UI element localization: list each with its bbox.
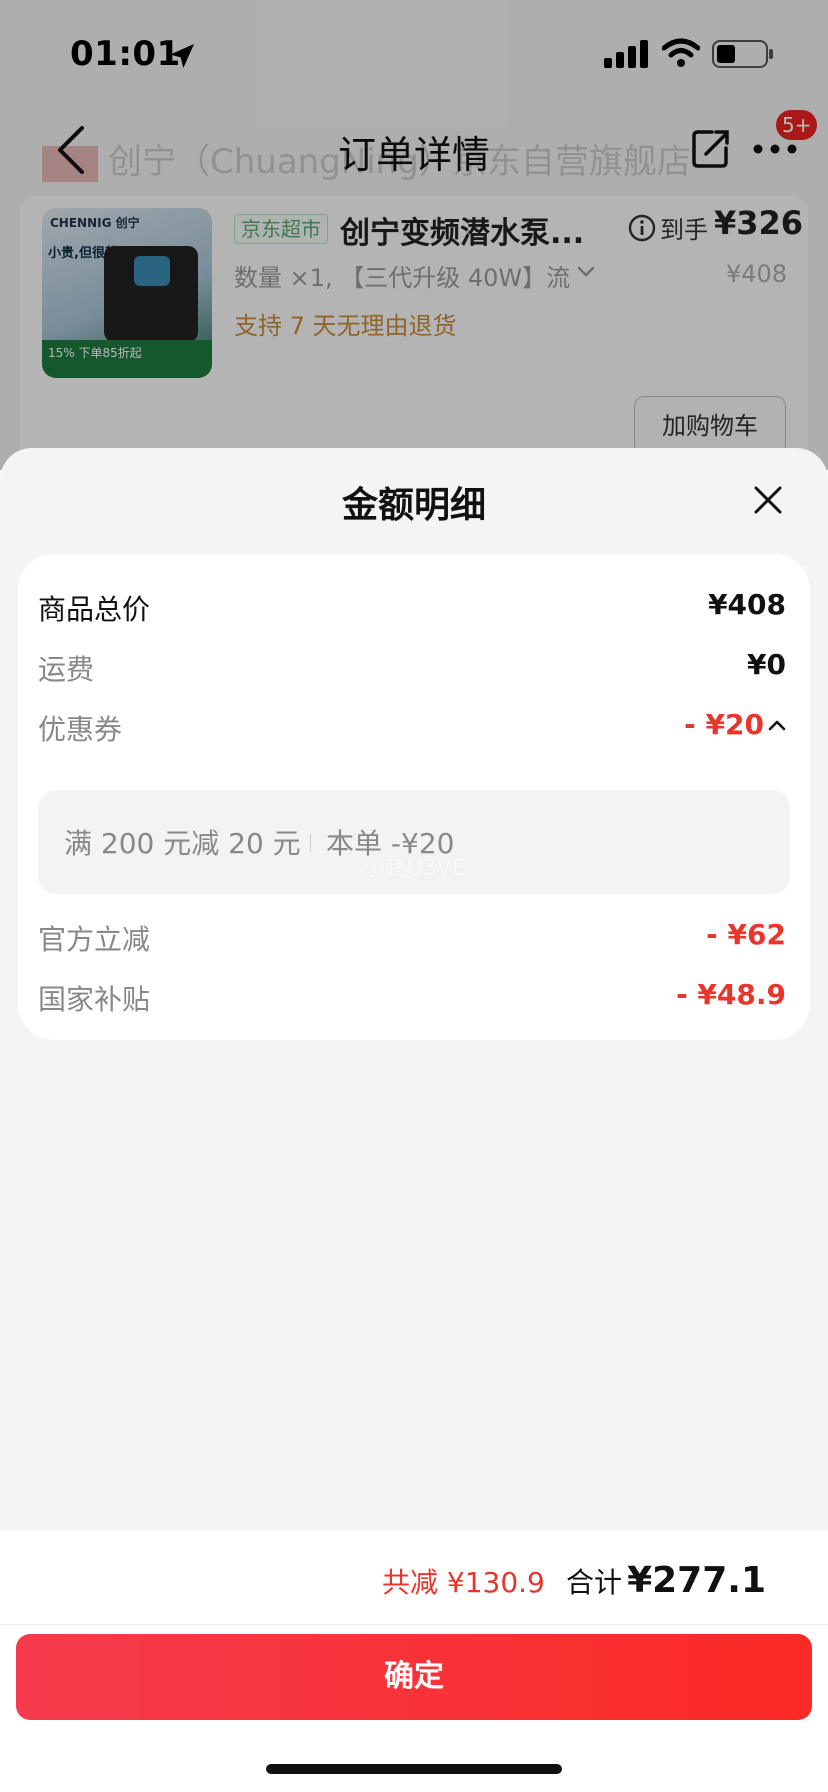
row-official-discount: 官方立减 - ¥62: [38, 912, 786, 962]
watermark: 小赵U3VE: [362, 856, 466, 881]
row-value: ¥0: [747, 648, 786, 681]
total-amount: ¥277.1: [627, 1560, 766, 1601]
total-label: 合计: [565, 1566, 622, 1599]
row-coupon[interactable]: 优惠券 - ¥20: [38, 702, 786, 752]
close-icon[interactable]: [752, 484, 784, 516]
row-label: 运费: [38, 653, 95, 686]
checkout-footer: 共减 ¥130.9 合计 ¥277.1 确定: [0, 1530, 828, 1792]
row-value: - ¥48.9: [676, 978, 786, 1011]
row-label: 商品总价: [38, 593, 151, 626]
chevron-up-icon[interactable]: [768, 718, 786, 732]
total-discount: 共减 ¥130.9: [382, 1566, 545, 1599]
amount-detail-card: 商品总价 ¥408 运费 ¥0 优惠券 - ¥20 满 200 元减 20 元 …: [18, 554, 810, 1040]
footer-divider: [0, 1624, 828, 1625]
home-indicator: [266, 1764, 562, 1774]
confirm-button[interactable]: 确定: [16, 1634, 812, 1720]
row-value: - ¥62: [706, 918, 786, 951]
sheet-title: 金额明细: [341, 485, 486, 526]
row-value: ¥408: [708, 588, 786, 621]
row-value: - ¥20: [684, 708, 764, 741]
row-national-subsidy: 国家补贴 - ¥48.9: [38, 972, 786, 1022]
row-shipping: 运费 ¥0: [38, 642, 786, 692]
row-label: 国家补贴: [38, 983, 151, 1016]
price-summary: 共减 ¥130.9 合计 ¥277.1: [382, 1560, 766, 1601]
row-goods-total: 商品总价 ¥408: [38, 582, 786, 632]
row-label: 优惠券: [38, 713, 123, 746]
row-label: 官方立减: [38, 923, 151, 956]
modal-overlay[interactable]: [0, 0, 828, 470]
